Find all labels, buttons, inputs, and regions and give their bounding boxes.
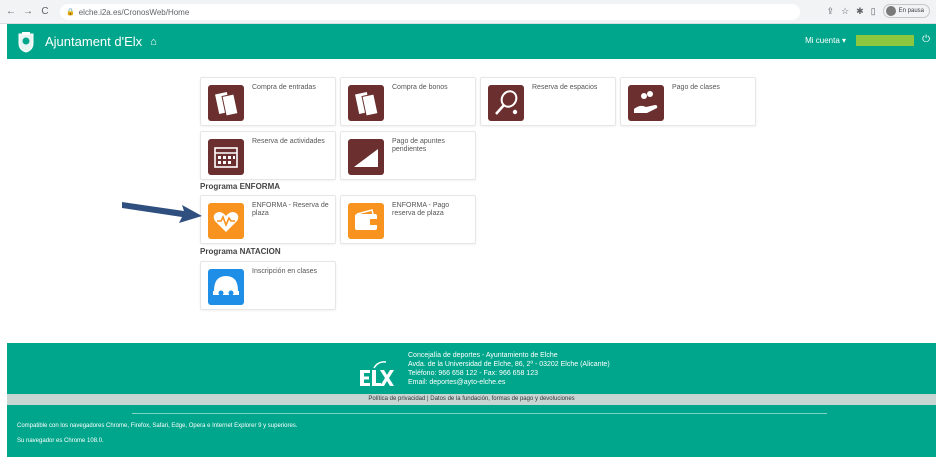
app-header: Ajuntament d'Elx ⌂ Mi cuenta ▾ ⏻ [7, 24, 936, 59]
tile-pago-clases[interactable]: Pago de clases [620, 77, 756, 126]
url-text: elche.i2a.es/CronosWeb/Home [78, 7, 190, 17]
site-title[interactable]: Ajuntament d'Elx [45, 34, 142, 49]
tile-label: Inscripción en clases [252, 268, 317, 275]
tile-label: ENFORMA - Pago reserva de plaza [392, 202, 450, 217]
forward-icon[interactable]: → [22, 6, 34, 18]
tile-reserva-espacios[interactable]: Reserva de espacios [480, 77, 616, 126]
tile-compra-entradas[interactable]: Compra de entradas [200, 77, 336, 126]
user-name-box[interactable] [856, 35, 914, 46]
tile-label: Pago de apuntes pendientes [392, 138, 445, 153]
pointer-arrow-icon [122, 202, 202, 223]
tile-label: ENFORMA - Reserva de plaza [252, 202, 329, 217]
browser-compat-text: Compatible con los navegadores Chrome, F… [17, 423, 298, 429]
footer-line-3: Teléfono: 966 658 122 - Fax: 966 658 123 [408, 370, 538, 377]
tile-label: Compra de bonos [392, 84, 448, 91]
footer-contact: Concejalía de deportes - Ayuntamiento de… [408, 351, 610, 387]
profile-label: En pausa [898, 8, 924, 14]
profile-button[interactable]: En pausa [882, 4, 930, 18]
footer-line-4: Email: deportes@ayto-elche.es [408, 379, 506, 386]
logout-power-icon[interactable]: ⏻ [922, 34, 930, 45]
bookmark-star-icon[interactable]: ☆ [841, 6, 849, 17]
footer-line-1: Concejalía de deportes - Ayuntamiento de… [408, 352, 558, 359]
tile-enforma-reserva[interactable]: ENFORMA - Reserva de plaza [200, 195, 336, 244]
tile-pago-apuntes[interactable]: Pago de apuntes pendientes [340, 131, 476, 180]
section-title-enforma: Programa ENFORMA [200, 182, 281, 191]
tile-compra-bonos[interactable]: Compra de bonos [340, 77, 476, 126]
section-title-natacion: Programa NATACION [200, 247, 281, 256]
home-icon[interactable]: ⌂ [150, 36, 157, 48]
swim-cap-goggles-icon [208, 269, 244, 305]
footer-links[interactable]: Política de privacidad | Datos de la fun… [7, 394, 936, 405]
footer-line-2: Avda. de la Universidad de Elche, 86, 2º… [408, 361, 610, 368]
wallet-icon [348, 203, 384, 239]
tickets-icon [208, 85, 244, 121]
avatar [885, 6, 896, 16]
tile-label: Compra de entradas [252, 84, 316, 91]
elx-logo-icon [360, 361, 394, 386]
tile-label: Pago de clases [672, 84, 720, 91]
back-icon[interactable]: ← [5, 6, 17, 18]
browser-actions: ⇪ ☆ ✱ ▯ En pausa [827, 4, 930, 18]
tile-reserva-actividades[interactable]: Reserva de actividades [200, 131, 336, 180]
address-bar[interactable]: 🔒 elche.i2a.es/CronosWeb/Home [60, 4, 800, 20]
rising-chart-icon [348, 139, 384, 175]
hand-coins-icon [628, 85, 664, 121]
site-footer: Concejalía de deportes - Ayuntamiento de… [7, 343, 936, 457]
extensions-icon[interactable]: ✱ [856, 6, 864, 17]
vouchers-icon [348, 85, 384, 121]
sidepanel-icon[interactable]: ▯ [871, 6, 876, 17]
tile-label: Reserva de actividades [252, 138, 325, 145]
city-crest-icon [18, 31, 34, 53]
footer-divider [132, 413, 827, 414]
tennis-racket-icon [488, 85, 524, 121]
tile-enforma-pago[interactable]: ENFORMA - Pago reserva de plaza [340, 195, 476, 244]
browser-version-text: Su navegador es Chrome 108.0. [17, 438, 104, 444]
share-icon[interactable]: ⇪ [827, 6, 835, 17]
heart-pulse-icon [208, 203, 244, 239]
tile-label: Reserva de espacios [532, 84, 598, 91]
tile-natacion-inscripcion[interactable]: Inscripción en clases [200, 261, 336, 310]
lock-icon: 🔒 [66, 9, 75, 16]
reload-icon[interactable]: C [39, 6, 51, 18]
browser-toolbar: ← → C 🔒 elche.i2a.es/CronosWeb/Home ⇪ ☆ … [0, 0, 936, 24]
calendar-icon [208, 139, 244, 175]
account-menu[interactable]: Mi cuenta ▾ [805, 36, 846, 45]
